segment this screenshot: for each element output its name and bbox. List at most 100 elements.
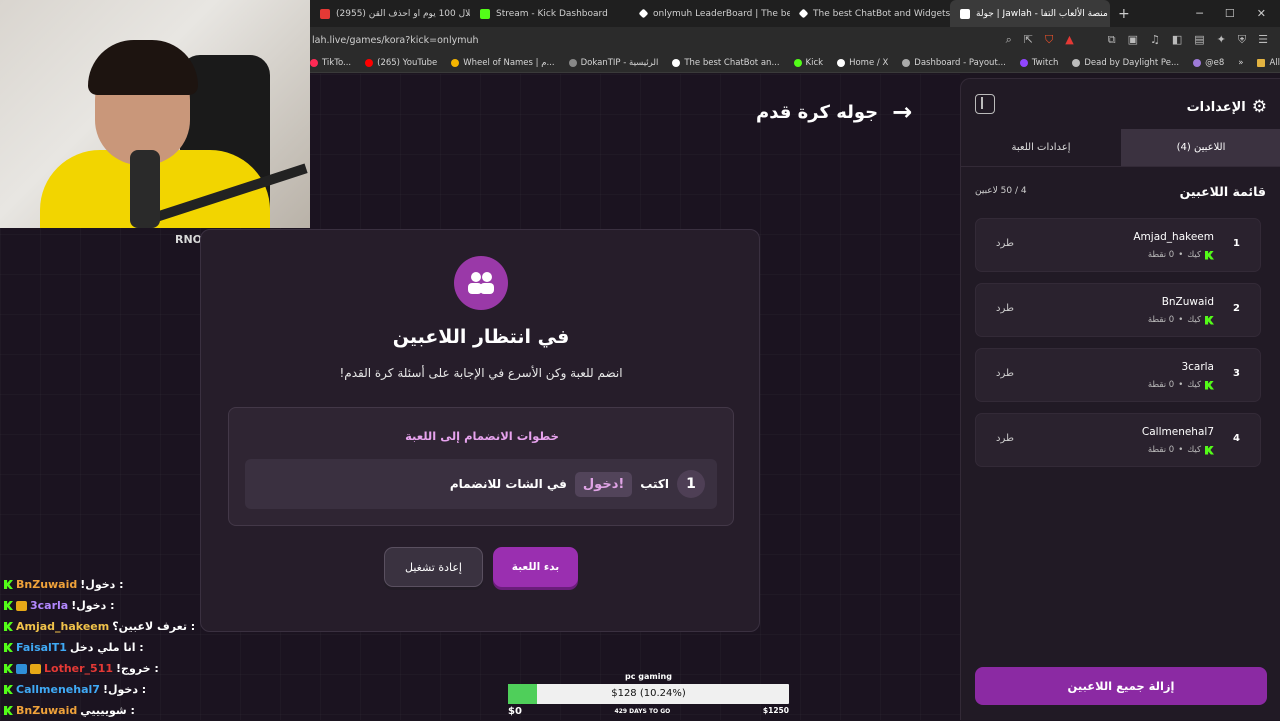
browser-tab[interactable]: انجف خلال 100 يوم او احذف القن (2955) [310,0,470,27]
wallet-icon[interactable]: ▤ [1194,33,1204,47]
goal-end: $1250 [762,706,789,715]
music-icon[interactable]: ♫ [1150,33,1160,47]
screenshot-icon[interactable]: ▣ [1128,33,1138,47]
kick-player-button[interactable]: طرد [996,238,1014,249]
chat-username: BnZuwaid [16,578,78,591]
player-index: 1 [1233,238,1240,249]
bookmark-icon [310,58,318,67]
sidebar-icon[interactable]: ◧ [1172,33,1182,47]
bookmark-item[interactable]: Home / X [837,58,888,68]
card-title: في انتظار اللاعبين [392,326,570,348]
chat-username: FaisalT1 [16,641,67,654]
donation-goal: pc gaming $128 (10.24%) $0 429 DAYS TO G… [508,672,789,717]
kick-icon [480,8,490,19]
bookmark-item[interactable]: Dashboard - Payout... [902,58,1006,68]
chat-username: BnZuwaid [16,704,78,717]
more-bookmarks-icon[interactable]: » [1238,58,1243,68]
diamond-icon [798,8,809,19]
gear-icon: ⚙ [1251,97,1267,117]
step-suffix: في الشات للانضمام [449,477,567,491]
player-row: 4 Callmenehal7 كيك • 0 نقطة طرد [975,413,1261,467]
player-name: Callmenehal7 [1141,426,1214,438]
tab-players[interactable]: اللاعبين (4) [1121,129,1280,166]
remove-all-players-button[interactable]: إزالة جميع اللاعبين [975,667,1267,705]
folder-icon [1257,58,1266,67]
all-bookmarks[interactable]: All Bookmarks [1257,58,1280,68]
chat-text: : تعرف لاعبين؟ [112,620,196,633]
chat-message: Amjad_hakeem : تعرف لاعبين؟ [4,616,244,637]
kick-player-button[interactable]: طرد [996,433,1014,444]
bookmark-item[interactable]: Twitch [1019,58,1058,68]
jawlah-icon [960,8,970,19]
player-index: 2 [1233,303,1240,314]
bookmark-item[interactable]: DokanTIP - الرئيسية [568,58,658,68]
share-icon[interactable]: ⇱ [1024,33,1033,47]
player-name: Amjad_hakeem [1133,231,1214,243]
brave-shield-icon[interactable]: ⛉ [1045,33,1053,47]
player-meta: كيك • 0 نقطة [1148,445,1214,455]
diamond-icon [672,58,681,67]
bookmark-item[interactable]: (265) YouTube [365,58,437,68]
minimize-icon[interactable]: ─ [1196,7,1203,20]
bookmark-item[interactable]: @e8 [1193,58,1224,68]
goal-progress-bar: $128 (10.24%) [508,684,789,704]
browser-tab[interactable]: Stream - Kick Dashboard [470,0,630,27]
kick-icon [4,580,13,589]
new-tab-button[interactable]: + [1110,6,1138,22]
browser-tab-active[interactable]: جولة | Jawlah - منصة الألعاب التفا ✕ [950,0,1110,27]
start-game-button[interactable]: بدء اللعبة [493,547,578,587]
browser-tab[interactable]: onlymuh LeaderBoard | The best Cha [630,0,790,27]
kick-player-button[interactable]: طرد [996,368,1014,379]
subscriber-badge-icon [16,600,27,611]
bookmark-item[interactable]: Wheel of Names | م... [451,58,555,68]
chat-text: : شوييييي [80,704,135,717]
kick-icon [4,643,13,652]
goal-amount: $128 (10.24%) [611,688,686,699]
close-window-icon[interactable]: ✕ [1257,7,1266,20]
bookmark-item[interactable]: Kick [793,58,823,68]
player-row: 3 3carla كيك • 0 نقطة طرد [975,348,1261,402]
chat-text: : انا ملي دخل [69,641,144,654]
bookmark-item[interactable]: Dead by Daylight Pe... [1072,58,1179,68]
goal-days-left: 429 DAYS TO GO [614,708,671,715]
goal-start: $0 [508,706,522,717]
url-field[interactable]: lah.live/games/kora?kick=onlymuh [312,35,479,46]
player-name: BnZuwaid [1161,296,1214,308]
steps-title: خطوات الانضمام إلى اللعبة [405,429,559,443]
kick-icon [4,706,13,715]
wheel-icon [451,58,460,67]
restart-button[interactable]: إعادة تشغيل [384,547,483,587]
zoom-icon[interactable]: ⌕ [1006,33,1012,47]
bookmark-icon [1193,58,1202,67]
rewards-icon[interactable]: ▲ [1065,33,1073,47]
browser-tab[interactable]: The best ChatBot and Widgets for Ki [790,0,950,27]
kick-player-button[interactable]: طرد [996,303,1014,314]
diamond-icon [638,8,649,19]
bookmark-item[interactable]: The best ChatBot an... [672,58,780,68]
bookmark-item[interactable]: TikTo... [310,58,351,68]
maximize-icon[interactable]: ☐ [1225,7,1235,20]
menu-icon[interactable]: ☰ [1258,33,1268,47]
leo-icon[interactable]: ✦ [1217,33,1226,47]
kick-icon [4,664,13,673]
settings-title: الإعدادات ⚙ [1186,97,1267,117]
player-row: 2 BnZuwaid كيك • 0 نقطة طرد [975,283,1261,337]
extensions-icon[interactable]: ⧉ [1108,33,1116,47]
x-icon [837,58,846,67]
player-meta: كيك • 0 نقطة [1148,315,1214,325]
kick-icon [1205,250,1214,260]
chat-text: : خروج! [116,662,159,675]
youtube-icon [320,8,330,19]
join-step: 1 اكتب !دخول في الشات للانضمام [245,459,717,509]
chat-message: Callmenehal7 : دخول! [4,679,244,700]
collapse-panel-icon[interactable] [975,94,995,114]
step-prefix: اكتب [640,477,669,491]
tab-game-settings[interactable]: إعدادات اللعبة [961,129,1121,166]
chat-text: : دخول! [80,578,124,591]
chat-text: : دخول! [71,599,115,612]
chat-message: BnZuwaid : شوييييي [4,700,244,721]
join-command: !دخول [574,471,633,497]
player-name: 3carla [1181,361,1214,373]
vpn-icon[interactable]: ⛨ [1238,33,1246,47]
chat-text: : دخول! [102,683,147,696]
